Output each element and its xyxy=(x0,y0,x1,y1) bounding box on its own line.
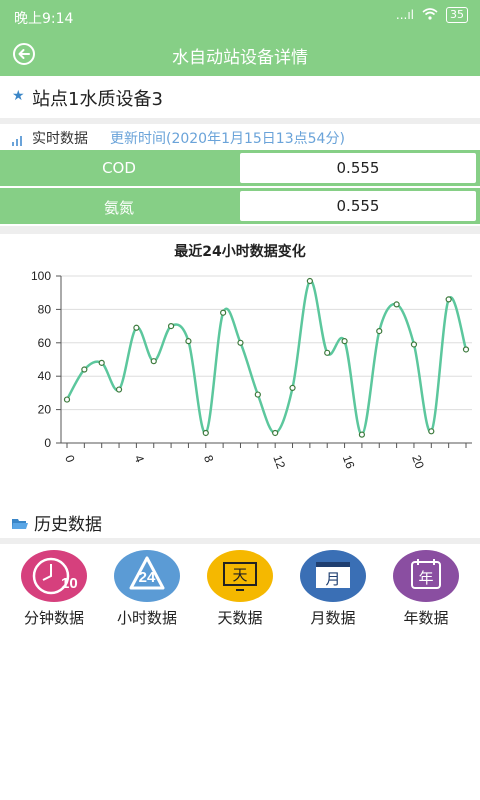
y-tick-label: 0 xyxy=(44,436,51,450)
reading-value: 0.555 xyxy=(240,153,476,183)
month-data-button[interactable]: 月 月数据 xyxy=(293,550,373,628)
data-point xyxy=(202,429,209,437)
data-point xyxy=(115,386,123,393)
button-label: 月数据 xyxy=(310,609,356,627)
reading-value: 0.555 xyxy=(240,191,476,221)
x-tick-label: 12 xyxy=(270,453,288,471)
day-data-button[interactable]: 天 天数据 xyxy=(200,550,280,628)
device-header: ★ 站点1水质设备3 xyxy=(0,76,480,118)
bar-chart-icon xyxy=(12,131,24,150)
divider xyxy=(0,226,480,234)
minute-glyph: 10 xyxy=(61,575,78,592)
wifi-icon xyxy=(422,7,438,23)
history-header: 历史数据 xyxy=(0,505,480,537)
data-point xyxy=(63,396,71,403)
reading-name: COD xyxy=(102,159,136,177)
month-glyph: 月 xyxy=(325,570,340,588)
minute-clock-icon: 10 xyxy=(21,550,87,602)
data-point xyxy=(150,358,157,365)
realtime-label: 实时数据 xyxy=(32,131,88,147)
history-label: 历史数据 xyxy=(34,515,102,535)
x-tick-label: 20 xyxy=(409,453,427,471)
data-point xyxy=(393,301,400,308)
data-point xyxy=(98,359,105,366)
status-bar: 晚上9:14 ...ıl 35 xyxy=(0,0,480,32)
data-point xyxy=(306,277,313,285)
y-tick-label: 20 xyxy=(38,403,52,417)
star-icon: ★ xyxy=(12,88,25,104)
divider xyxy=(0,538,480,544)
button-label: 分钟数据 xyxy=(23,609,84,627)
reading-name: 氨氮 xyxy=(103,199,134,217)
data-point xyxy=(289,384,296,391)
x-tick-label: 16 xyxy=(340,453,358,471)
year-glyph: 年 xyxy=(418,569,433,587)
day-glyph: 天 xyxy=(232,566,247,584)
series-line xyxy=(65,279,468,436)
minute-data-button[interactable]: 10 分钟数据 xyxy=(14,550,94,628)
data-point xyxy=(376,328,383,335)
status-time: 晚上9:14 xyxy=(14,11,74,27)
battery-icon: 35 xyxy=(446,7,468,23)
year-calendar-icon: 年 xyxy=(393,550,459,602)
data-point xyxy=(254,391,261,398)
app-bar: 水自动站设备详情 xyxy=(0,32,480,76)
data-point xyxy=(220,309,227,316)
hour-recycle-icon: 24 xyxy=(114,550,180,602)
data-point xyxy=(272,429,279,437)
page-title: 水自动站设备详情 xyxy=(172,48,308,68)
y-tick-label: 60 xyxy=(38,336,52,350)
y-tick-label: 100 xyxy=(31,269,51,283)
year-data-button[interactable]: 年 年数据 xyxy=(386,550,466,628)
data-point xyxy=(81,366,88,373)
x-tick-label: 0 xyxy=(62,453,78,464)
day-monitor-icon: 天 xyxy=(207,550,273,602)
data-point xyxy=(237,339,244,346)
data-point xyxy=(445,296,452,303)
realtime-header: 实时数据 更新时间(2020年1月15日13点54分) xyxy=(0,124,480,150)
reading-row-cod: COD 0.555 xyxy=(0,150,480,186)
data-point xyxy=(133,324,140,331)
line-chart: 0 20 40 60 80 100 0 4 8 12 16 20 xyxy=(31,269,472,471)
data-point xyxy=(324,349,331,356)
data-point xyxy=(410,341,418,348)
signal-icon: ...ıl xyxy=(395,8,414,22)
y-tick-label: 40 xyxy=(38,369,52,383)
data-point xyxy=(185,338,192,345)
device-name: 站点1水质设备3 xyxy=(32,89,163,110)
hour-data-button[interactable]: 24 小时数据 xyxy=(107,550,187,628)
x-tick-label: 8 xyxy=(201,453,217,464)
reading-row-ammonia: 氨氮 0.555 xyxy=(0,188,480,224)
button-label: 小时数据 xyxy=(116,609,177,627)
data-point xyxy=(358,431,366,438)
y-tick-label: 80 xyxy=(38,302,52,316)
button-label: 年数据 xyxy=(403,609,449,627)
data-point xyxy=(462,346,470,353)
update-time: 更新时间(2020年1月15日13点54分) xyxy=(110,131,345,147)
hour-glyph: 24 xyxy=(139,569,156,586)
folder-icon xyxy=(12,515,28,534)
data-point xyxy=(341,338,348,345)
button-label: 天数据 xyxy=(217,609,263,627)
x-tick-label: 4 xyxy=(132,453,148,464)
month-window-icon: 月 xyxy=(300,550,366,602)
data-point xyxy=(428,428,435,435)
data-point xyxy=(167,322,175,330)
chart-title: 最近24小时数据变化 xyxy=(174,244,306,260)
